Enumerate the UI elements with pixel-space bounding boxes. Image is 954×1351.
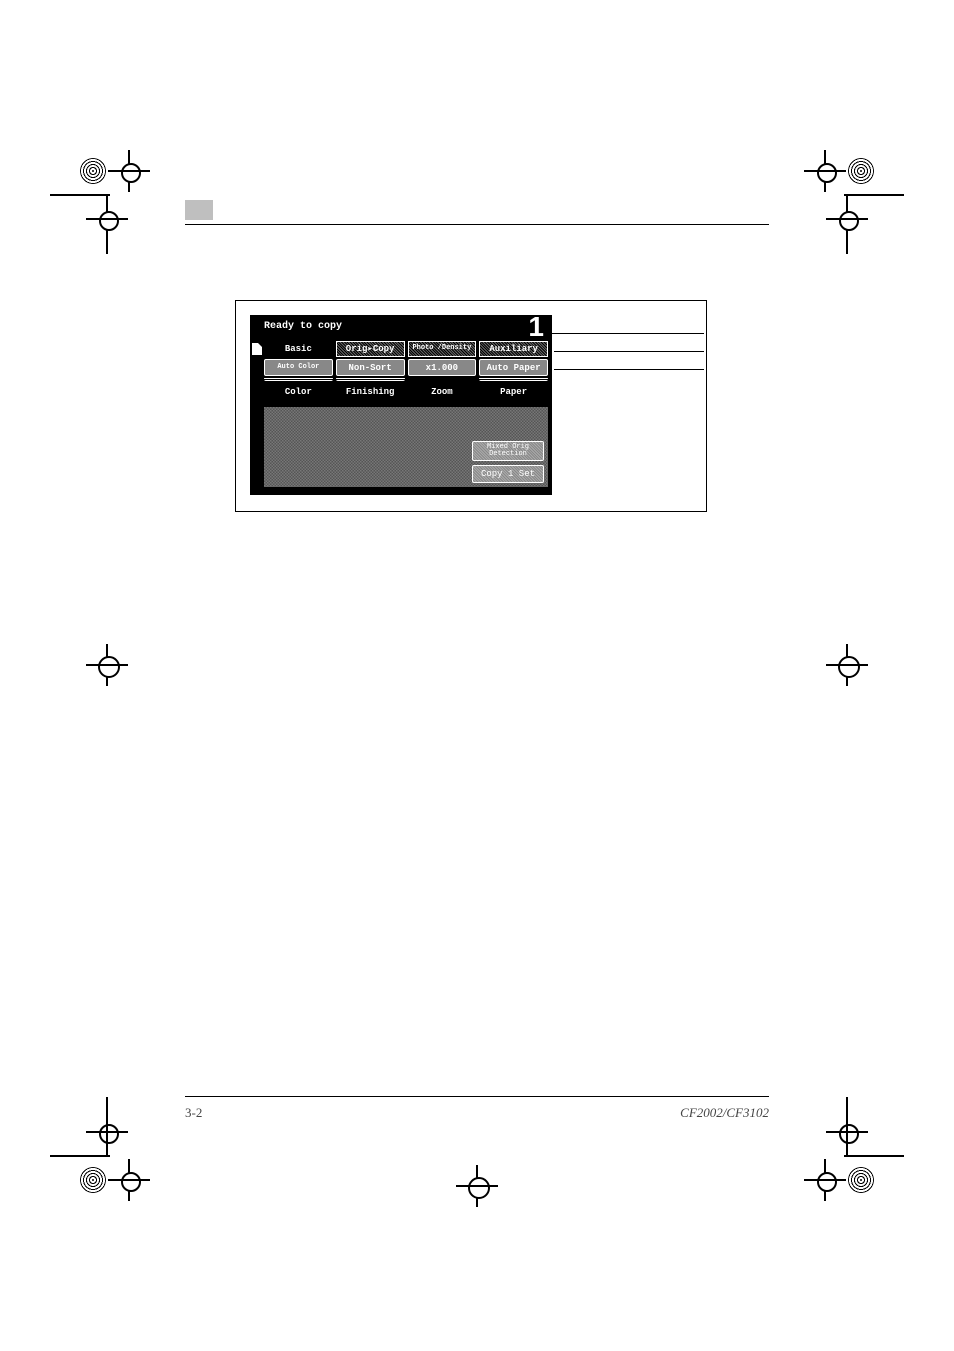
cat-finishing: Finishing — [336, 387, 405, 397]
registration-mark-right — [832, 650, 862, 680]
lcd-lower-area: Mixed Orig Detection Copy 1 Set — [264, 407, 548, 487]
underbar-finishing — [336, 377, 405, 381]
callout-line — [554, 351, 704, 352]
btn-mixed-orig-detection[interactable]: Mixed Orig Detection — [472, 441, 544, 461]
page-footer: 3-2 CF2002/CF3102 — [185, 1105, 769, 1121]
btn-non-sort[interactable]: Non-Sort — [336, 359, 405, 376]
category-row: Color Finishing Zoom Paper — [264, 387, 548, 397]
registration-mark-left — [92, 650, 122, 680]
tab-basic[interactable]: Basic — [264, 341, 333, 357]
tab-auxiliary[interactable]: Auxiliary — [479, 341, 548, 357]
registration-mark-top-right — [784, 140, 874, 230]
product-model: CF2002/CF3102 — [680, 1105, 769, 1121]
tab-row: Basic Orig▸Copy Photo /Density Auxiliary — [264, 341, 548, 357]
original-page-icon — [252, 343, 262, 355]
registration-mark-bottom-right — [784, 1121, 874, 1211]
underbar-row — [264, 377, 548, 381]
underbar-color — [264, 377, 333, 381]
rule-top — [185, 224, 769, 225]
tab-photo-density[interactable]: Photo /Density — [408, 341, 477, 357]
cat-zoom: Zoom — [408, 387, 477, 397]
btn-auto-paper[interactable]: Auto Paper — [479, 359, 548, 376]
copier-lcd: Ready to copy 1 Basic Orig▸Copy Photo /D… — [250, 315, 552, 495]
value-row: Auto Color Non-Sort x1.000 Auto Paper — [264, 359, 548, 376]
registration-mark-bottom-left — [80, 1121, 170, 1211]
rule-bottom — [185, 1096, 769, 1097]
callout-line — [554, 369, 704, 370]
btn-auto-color[interactable]: Auto Color — [264, 359, 333, 376]
underbar-paper — [479, 377, 548, 381]
btn-copy-1-set[interactable]: Copy 1 Set — [472, 465, 544, 483]
status-text: Ready to copy — [264, 321, 342, 332]
callout-line — [550, 333, 704, 334]
page-number: 3-2 — [185, 1105, 202, 1121]
cat-color: Color — [264, 387, 333, 397]
btn-zoom-x1[interactable]: x1.000 — [408, 359, 477, 376]
registration-mark-bottom — [462, 1171, 492, 1201]
lcd-figure-frame: Ready to copy 1 Basic Orig▸Copy Photo /D… — [235, 300, 707, 512]
registration-mark-top-left — [80, 140, 170, 230]
page-body: Ready to copy 1 Basic Orig▸Copy Photo /D… — [185, 200, 769, 1121]
copy-count-display: 1 — [528, 311, 544, 343]
tab-orig-copy[interactable]: Orig▸Copy — [336, 341, 405, 357]
cat-paper: Paper — [479, 387, 548, 397]
chapter-tab — [185, 200, 213, 220]
